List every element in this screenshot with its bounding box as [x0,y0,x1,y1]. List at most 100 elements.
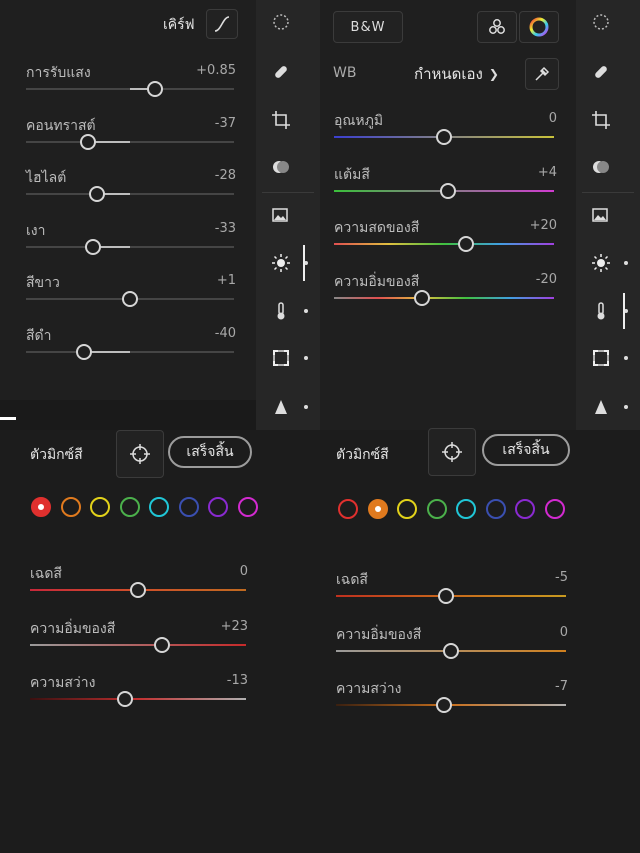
slider-label: เฉดสี [336,572,368,588]
slider-track[interactable] [30,643,246,646]
slider-label: แต้มสี [334,166,370,183]
slider-thumb[interactable] [440,182,457,199]
slider-thumb[interactable] [436,129,452,145]
color-swatch-purple[interactable] [515,499,535,519]
left-done-button[interactable]: เสร็จสิ้น [168,436,252,468]
color-icon [597,302,605,320]
color-swatch-blue[interactable] [178,497,199,517]
crop-icon[interactable] [586,105,616,135]
optics-icon[interactable] [586,343,616,373]
color-swatch-green[interactable] [119,497,140,517]
slider-label: คอนทราสต์ [26,117,96,134]
slider-track[interactable] [26,140,234,143]
slider-value: +4 [537,164,557,180]
slider-thumb[interactable] [443,642,459,659]
color-swatch-orange[interactable] [60,497,81,517]
slider-thumb[interactable] [76,343,93,360]
right-target-button[interactable] [428,428,476,476]
slider-label: ความสว่าง [336,681,402,697]
crop-icon[interactable] [266,105,296,135]
color-swatch-yellow[interactable] [90,497,110,517]
right-done-button[interactable]: เสร็จสิ้น [482,434,570,466]
color-swatch-aqua[interactable] [456,499,476,519]
color-swatch-aqua[interactable] [149,497,169,517]
slider-thumb[interactable] [122,291,138,307]
slider-thumb[interactable] [153,636,170,653]
color-mixer-button[interactable] [519,11,559,43]
healing-icon [275,66,287,78]
slider-track[interactable] [26,193,234,195]
slider-label: สีดำ [26,327,52,344]
slider-track[interactable] [334,243,554,245]
color-grading-button[interactable] [477,11,517,43]
slider-thumb[interactable] [130,582,146,598]
left-target-button[interactable] [116,430,164,478]
right-done-label: เสร็จสิ้น [502,442,550,458]
color-icon [277,302,285,320]
crop-icon [592,111,610,129]
curve-button[interactable] [206,9,238,39]
optics-icon [273,350,289,366]
masking-icon[interactable] [586,152,616,182]
slider-value: -20 [535,271,557,287]
color-icon[interactable] [586,296,616,326]
rail-section-divider [262,192,314,193]
slider-thumb[interactable] [88,186,105,202]
rail-section-divider [582,192,634,193]
slider-thumb[interactable] [436,697,453,713]
color-swatch-magenta[interactable] [544,499,565,519]
slider-thumb[interactable] [84,238,101,255]
slider-thumb[interactable] [458,236,474,252]
slider-label: เฉดสี [30,566,62,582]
slider-thumb[interactable] [80,133,97,150]
presets-icon[interactable] [266,200,296,230]
geometry-icon[interactable] [586,392,616,422]
masking-icon[interactable] [266,152,296,182]
panel-divider-handle[interactable] [0,417,16,420]
bw-button[interactable]: B&W [333,11,403,43]
slider-label: ความสดของสี [334,220,420,236]
active-rail-marker [303,245,305,281]
presets-icon [592,208,608,222]
color-swatch-purple[interactable] [208,497,228,517]
color-icon[interactable] [266,296,296,326]
healing-icon[interactable] [586,57,616,87]
wb-label: WB [333,65,357,81]
slider-value: +0.85 [196,63,236,78]
slider-label: อุณหภูมิ [334,113,384,129]
selective-icon [593,14,609,30]
slider-value: -13 [226,673,248,688]
slider-track[interactable] [334,296,554,299]
slider-thumb[interactable] [414,289,430,306]
rail-indicator-dot [624,261,628,265]
color-grading-icon [489,19,505,34]
selective-icon[interactable] [586,7,616,37]
light-icon [272,254,290,272]
slider-track[interactable] [30,698,246,700]
slider-thumb[interactable] [146,81,163,97]
rail-indicator-dot [304,356,308,360]
slider-value: -37 [214,115,236,131]
selected-swatch-dot [374,506,381,512]
rail-indicator-dot [624,356,628,360]
selective-icon[interactable] [266,7,296,37]
color-swatch-green[interactable] [426,499,447,519]
color-swatch-magenta[interactable] [237,497,258,517]
color-swatch-yellow[interactable] [397,499,417,519]
slider-track[interactable] [26,245,234,248]
light-icon[interactable] [586,248,616,278]
geometry-icon[interactable] [266,392,296,422]
optics-icon[interactable] [266,343,296,373]
slider-thumb[interactable] [117,691,134,707]
eyedropper-button[interactable] [525,58,559,90]
light-icon[interactable] [266,248,296,278]
wb-dropdown[interactable]: กำหนดเอง ❯ [414,62,499,86]
slider-track[interactable] [26,350,234,353]
slider-value: 0 [548,111,557,126]
slider-label: ความอิ่มของสี [334,273,420,290]
presets-icon[interactable] [586,200,616,230]
healing-icon[interactable] [266,57,296,87]
color-swatch-red[interactable] [338,499,358,519]
selective-icon [273,14,289,30]
color-swatch-blue[interactable] [485,499,506,519]
